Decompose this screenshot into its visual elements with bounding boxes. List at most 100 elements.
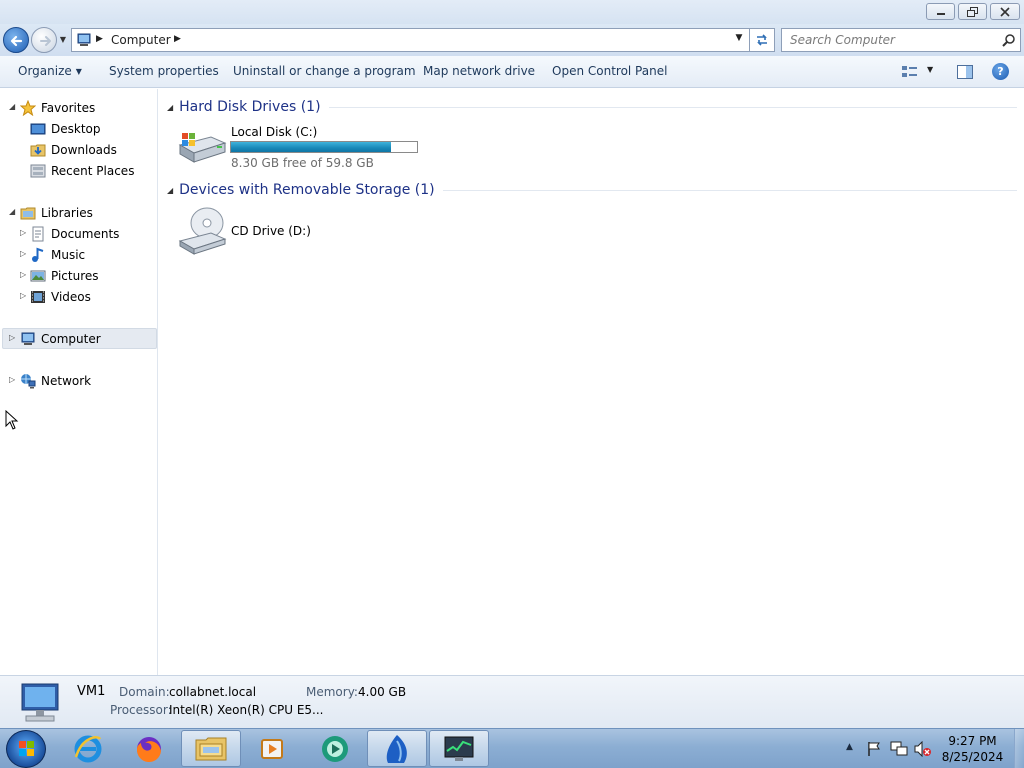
nav-item-libraries[interactable]: Libraries bbox=[20, 202, 93, 223]
expand-arrow-icon[interactable]: ▷ bbox=[20, 270, 26, 279]
refresh-icon bbox=[757, 34, 767, 46]
close-button[interactable] bbox=[990, 3, 1020, 20]
navigation-bar: ▼ ▶ Computer ▶ ▼ bbox=[0, 24, 1024, 56]
nav-item-music[interactable]: Music bbox=[30, 244, 85, 265]
nav-item-recent-places[interactable]: Recent Places bbox=[30, 160, 134, 181]
computer-name: VM1 bbox=[77, 684, 106, 699]
refresh-button[interactable] bbox=[749, 28, 775, 52]
expand-arrow-icon[interactable]: ▷ bbox=[20, 291, 26, 300]
search-box bbox=[781, 28, 1021, 52]
internet-explorer-icon bbox=[74, 735, 102, 762]
firefox-icon bbox=[136, 736, 161, 762]
nav-label: Music bbox=[51, 247, 86, 262]
nav-label: Desktop bbox=[51, 121, 101, 136]
navigation-pane: ◢ Favorites Desktop Downloads Recent Pla… bbox=[0, 89, 158, 675]
expand-arrow-icon[interactable]: ▷ bbox=[20, 228, 26, 237]
star-icon bbox=[20, 99, 36, 116]
expand-arrow-icon[interactable]: ▷ bbox=[20, 249, 26, 258]
open-control-panel-button[interactable]: Open Control Panel bbox=[552, 64, 667, 78]
memory-label: Memory: bbox=[306, 685, 358, 699]
back-arrow-icon bbox=[10, 35, 23, 47]
nav-item-videos[interactable]: Videos bbox=[30, 286, 91, 307]
expand-arrow-icon[interactable]: ▷ bbox=[9, 375, 15, 384]
group-title: Hard Disk Drives (1) bbox=[179, 99, 321, 115]
group-title: Devices with Removable Storage (1) bbox=[179, 182, 435, 198]
collapse-arrow-icon[interactable]: ◢ bbox=[167, 103, 173, 112]
domain-value: collabnet.local bbox=[169, 685, 257, 699]
content-area: ◢ Hard Disk Drives (1) Local Disk (C:) 8… bbox=[159, 89, 1024, 675]
group-header-hard-disk-drives[interactable]: ◢ Hard Disk Drives (1) bbox=[167, 97, 1017, 117]
processor-value: Intel(R) Xeon(R) CPU E5... bbox=[169, 703, 324, 717]
system-properties-button[interactable]: System properties bbox=[109, 64, 219, 78]
file-explorer-icon bbox=[195, 737, 227, 760]
network-status-icon[interactable] bbox=[890, 741, 908, 757]
forward-button[interactable] bbox=[31, 27, 57, 53]
restore-button[interactable] bbox=[958, 3, 987, 20]
collapse-arrow-icon[interactable]: ◢ bbox=[167, 186, 173, 195]
address-crumb-computer[interactable]: Computer bbox=[111, 33, 171, 47]
taskbar-app-blue[interactable] bbox=[367, 730, 427, 767]
change-view-icon[interactable] bbox=[901, 64, 919, 80]
recent-places-icon bbox=[30, 164, 46, 177]
taskbar-file-explorer[interactable] bbox=[181, 730, 241, 767]
drive-item-local-disk[interactable]: Local Disk (C:) 8.30 GB free of 59.8 GB bbox=[175, 119, 435, 171]
computer-icon bbox=[77, 33, 91, 46]
address-chevron-icon[interactable]: ▶ bbox=[174, 34, 182, 44]
nav-label: Documents bbox=[51, 226, 120, 241]
collapse-arrow-icon[interactable]: ◢ bbox=[9, 102, 15, 111]
nav-item-downloads[interactable]: Downloads bbox=[30, 139, 117, 160]
help-icon[interactable]: ? bbox=[992, 63, 1009, 80]
nav-label: Libraries bbox=[41, 205, 93, 220]
expand-arrow-icon[interactable]: ▷ bbox=[9, 333, 15, 342]
address-bar[interactable]: ▶ Computer ▶ ▼ bbox=[71, 28, 749, 52]
nav-item-favorites[interactable]: Favorites bbox=[20, 97, 95, 118]
start-button[interactable] bbox=[6, 730, 46, 768]
recent-pages-dropdown[interactable]: ▼ bbox=[58, 33, 68, 47]
address-dropdown-icon[interactable]: ▼ bbox=[733, 33, 745, 43]
map-network-drive-button[interactable]: Map network drive bbox=[423, 64, 535, 78]
nav-item-computer[interactable]: Computer bbox=[20, 328, 101, 349]
group-header-removable-storage[interactable]: ◢ Devices with Removable Storage (1) bbox=[167, 180, 1017, 200]
action-center-flag-icon[interactable] bbox=[866, 741, 882, 757]
taskbar-media-player[interactable] bbox=[243, 730, 303, 767]
nav-item-pictures[interactable]: Pictures bbox=[30, 265, 99, 286]
pictures-icon bbox=[30, 270, 46, 281]
nav-item-documents[interactable]: Documents bbox=[30, 223, 119, 244]
organize-button[interactable]: Organize ▼ bbox=[18, 64, 82, 78]
address-chevron-icon[interactable]: ▶ bbox=[96, 34, 104, 44]
details-pane: VM1 Domain: collabnet.local Memory: 4.00… bbox=[0, 675, 1024, 728]
preview-pane-icon[interactable] bbox=[956, 64, 974, 80]
collapse-arrow-icon[interactable]: ◢ bbox=[9, 207, 15, 216]
music-icon bbox=[32, 247, 44, 262]
close-icon bbox=[1000, 6, 1010, 17]
videos-icon bbox=[31, 290, 45, 303]
forward-arrow-icon bbox=[40, 36, 51, 46]
view-options-dropdown-icon[interactable]: ▼ bbox=[927, 65, 933, 74]
minimize-button[interactable] bbox=[926, 3, 955, 20]
search-icon[interactable] bbox=[1002, 33, 1016, 47]
media-player-icon bbox=[261, 738, 283, 759]
taskbar-internet-explorer[interactable] bbox=[58, 730, 118, 767]
nav-label: Favorites bbox=[41, 100, 96, 115]
nav-item-network[interactable]: Network bbox=[20, 370, 91, 391]
drive-item-cd-drive[interactable]: CD Drive (D:) bbox=[175, 205, 335, 257]
taskbar-firefox[interactable] bbox=[119, 730, 179, 767]
volume-muted-icon[interactable] bbox=[914, 741, 932, 757]
taskbar-app-green[interactable] bbox=[305, 730, 365, 767]
taskbar-app-monitor[interactable] bbox=[429, 730, 489, 767]
show-desktop-button[interactable] bbox=[1014, 729, 1024, 768]
show-hidden-icons-button[interactable]: ▲ bbox=[846, 742, 853, 752]
nav-item-desktop[interactable]: Desktop bbox=[30, 118, 101, 139]
back-button[interactable] bbox=[3, 27, 29, 53]
nav-label: Videos bbox=[51, 289, 91, 304]
drive-name: CD Drive (D:) bbox=[231, 224, 311, 238]
nav-label: Pictures bbox=[51, 268, 99, 283]
blue-app-icon bbox=[386, 734, 407, 763]
system-clock[interactable]: 9:27 PM 8/25/2024 bbox=[935, 733, 1010, 765]
nav-label: Downloads bbox=[51, 142, 117, 157]
disk-usage-bar bbox=[230, 141, 418, 153]
restore-icon bbox=[966, 6, 978, 17]
search-input[interactable] bbox=[782, 29, 992, 51]
uninstall-program-button[interactable]: Uninstall or change a program bbox=[233, 64, 416, 78]
system-monitor-icon bbox=[444, 736, 474, 761]
